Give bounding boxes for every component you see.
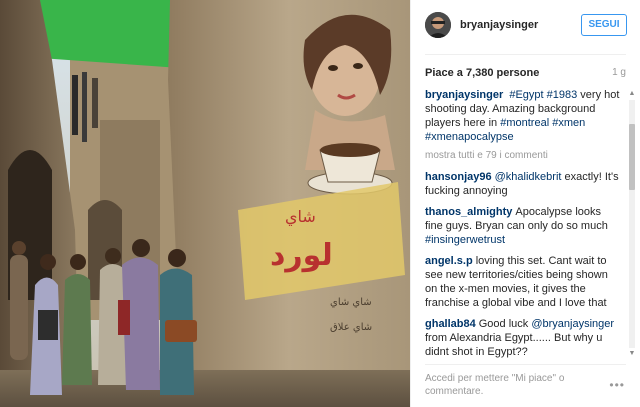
- alley-scene-image: شاي لورد شاي شاي شاي علاق: [0, 0, 410, 407]
- comments-list: bryanjaysinger #Egypt #1983 very hot sho…: [425, 88, 621, 364]
- comment-username[interactable]: ghallab84: [425, 318, 476, 330]
- post-header: bryanjaysinger SEGUI: [411, 0, 640, 50]
- post-side-panel: bryanjaysinger SEGUI Piace a 7,380 perso…: [410, 0, 640, 407]
- comments-scroll-area[interactable]: bryanjaysinger #Egypt #1983 very hot sho…: [411, 88, 640, 364]
- caption-username[interactable]: bryanjaysinger: [425, 89, 503, 101]
- mention-or-hashtag-link[interactable]: #insingerwetrust: [425, 234, 505, 246]
- hashtag-link[interactable]: #Egypt: [509, 89, 543, 101]
- likes-count[interactable]: Piace a 7,380 persone: [425, 67, 539, 79]
- comment-username[interactable]: thanos_almighty: [425, 206, 512, 218]
- login-to-like-link[interactable]: Accedi per mettere "Mi piace" o commenta…: [425, 372, 585, 398]
- hashtag-link[interactable]: #montreal: [500, 117, 549, 129]
- comment-item: angel.s.p loving this set. Cant wait to s…: [425, 254, 621, 310]
- mention-or-hashtag-link[interactable]: @khalidkebrit: [495, 171, 562, 183]
- svg-text:لورد: لورد: [270, 238, 333, 273]
- divider: [425, 54, 626, 55]
- hashtag-link[interactable]: #xmenapocalypse: [425, 131, 514, 143]
- comments-scrollbar[interactable]: ▲ ▼: [628, 90, 636, 358]
- view-all-comments-link[interactable]: mostra tutti e 79 i commenti: [425, 149, 621, 163]
- scroll-up-arrow-icon[interactable]: ▲: [628, 90, 636, 98]
- comment-item: ghallab84 Good luck @bryanjaysinger from …: [425, 317, 621, 359]
- hashtag-link[interactable]: #1983: [547, 89, 578, 101]
- post-photo[interactable]: شاي لورد شاي شاي شاي علاق: [0, 0, 410, 407]
- comment-text: Good luck: [478, 318, 532, 330]
- avatar[interactable]: [425, 12, 451, 38]
- comment-item: thanos_almighty Apocalypse looks fine guy…: [425, 205, 621, 247]
- comment-item: hansonjay96 @khalidkebrit exactly! It's f…: [425, 170, 621, 198]
- more-options-icon[interactable]: •••: [609, 378, 625, 392]
- post-time[interactable]: 1 g: [612, 67, 626, 78]
- caption: bryanjaysinger #Egypt #1983 very hot sho…: [425, 88, 621, 144]
- comment-username[interactable]: hansonjay96: [425, 171, 492, 183]
- follow-button[interactable]: SEGUI: [581, 14, 627, 36]
- mention-or-hashtag-link[interactable]: @bryanjaysinger: [531, 318, 614, 330]
- post-footer: Accedi per mettere "Mi piace" o commenta…: [425, 372, 625, 398]
- svg-text:شاي: شاي: [285, 207, 316, 227]
- likes-row: Piace a 7,380 persone 1 g: [425, 67, 626, 81]
- avatar-image: [425, 12, 451, 38]
- comment-username[interactable]: angel.s.p: [425, 255, 473, 267]
- divider: [425, 364, 626, 365]
- comment-text: from Alexandria Egypt...... But why u di…: [425, 332, 603, 358]
- hashtag-link[interactable]: #xmen: [552, 117, 585, 129]
- scroll-down-arrow-icon[interactable]: ▼: [628, 350, 636, 358]
- svg-text:شاي شاي: شاي شاي: [330, 297, 372, 308]
- post-author-username[interactable]: bryanjaysinger: [460, 19, 538, 31]
- svg-text:شاي علاق: شاي علاق: [330, 322, 372, 333]
- scroll-thumb[interactable]: [629, 124, 635, 190]
